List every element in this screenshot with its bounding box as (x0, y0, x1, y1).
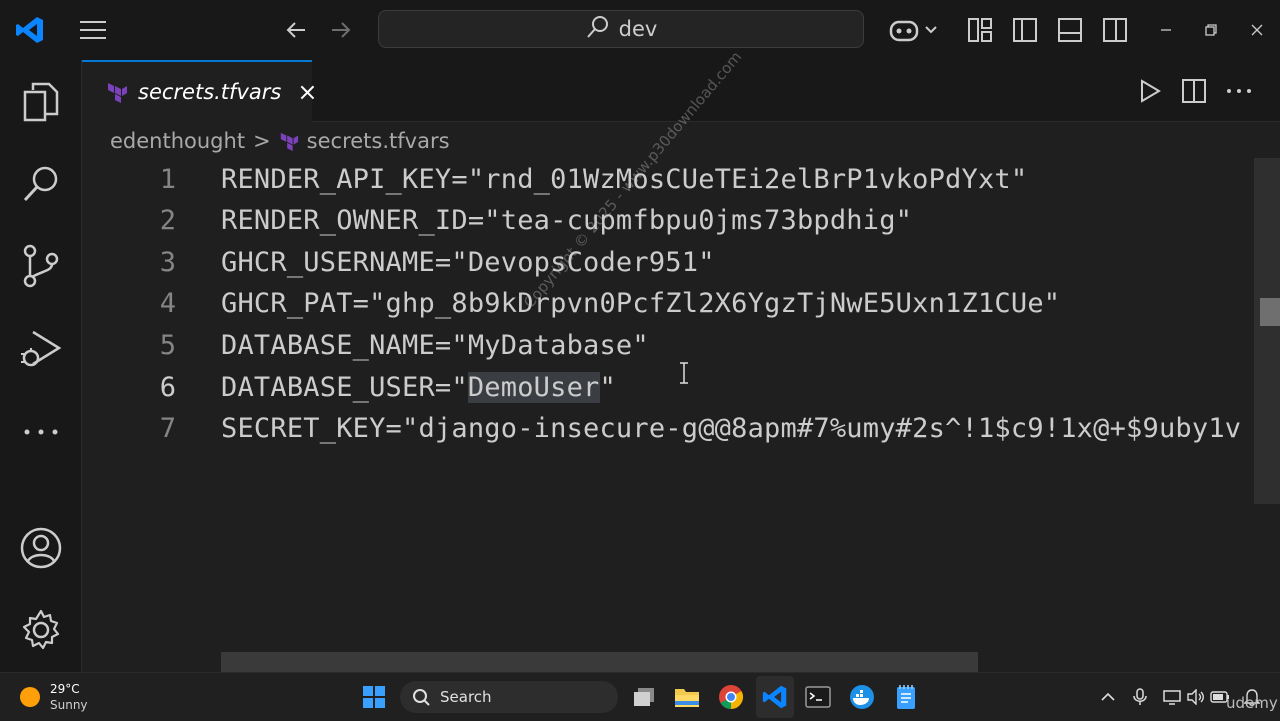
line-text: GHCR_PAT="ghp_8b9kDrpvn0PcfZl2X6YgzTjNwE… (221, 287, 1061, 319)
terminal-icon[interactable] (802, 673, 834, 721)
terraform-file-icon (106, 81, 128, 103)
command-center-search[interactable]: dev (378, 10, 864, 48)
line-text-before: DATABASE_USER=" (221, 371, 468, 403)
sun-icon (18, 685, 42, 709)
code-line: 7 SECRET_KEY="django-insecure-g@@8apm#7%… (82, 407, 1254, 449)
line-text: DATABASE_NAME="MyDatabase" (221, 329, 649, 361)
back-arrow-icon[interactable] (282, 16, 310, 44)
line-number: 2 (159, 204, 176, 236)
accounts-icon[interactable] (0, 518, 82, 578)
more-views-icon[interactable] (0, 402, 82, 462)
breadcrumb-file[interactable]: secrets.tfvars (307, 129, 450, 153)
restore-icon[interactable] (1199, 18, 1223, 42)
docker-icon[interactable] (846, 673, 878, 721)
search-text: dev (618, 17, 658, 41)
menu-icon[interactable] (76, 16, 110, 44)
run-and-debug-icon[interactable] (0, 318, 82, 378)
code-editor[interactable]: 1 RENDER_API_KEY="rnd_01WzMosCUeTEi2elBr… (82, 158, 1254, 652)
chrome-icon[interactable] (715, 673, 747, 721)
line-number: 5 (159, 329, 176, 361)
search-activity-icon[interactable] (0, 154, 82, 214)
line-number: 1 (159, 163, 176, 195)
search-icon (585, 14, 611, 45)
horizontal-scrollbar[interactable] (221, 652, 978, 672)
run-icon[interactable] (1136, 77, 1164, 105)
explorer-icon[interactable] (0, 72, 82, 132)
activity-bar (0, 60, 82, 672)
terraform-file-icon (279, 131, 299, 151)
task-view-icon[interactable] (628, 673, 660, 721)
notepad-icon[interactable] (890, 673, 922, 721)
network-icon[interactable] (1160, 673, 1184, 721)
search-icon (412, 688, 430, 706)
line-number: 6 (159, 371, 176, 403)
more-actions-icon[interactable] (1225, 77, 1253, 105)
line-text: DATABASE_USER="DemoUser" (221, 371, 616, 403)
line-text: GHCR_USERNAME="DevopsCoder951" (221, 246, 715, 278)
title-bar: dev (0, 0, 1280, 60)
copilot-icon[interactable] (886, 14, 940, 46)
taskbar-search-label: Search (440, 688, 492, 706)
line-text: SECRET_KEY="django-insecure-g@@8apm#7%um… (221, 412, 1242, 444)
breadcrumb-folder[interactable]: edenthought (110, 129, 245, 153)
vscode-logo-icon (14, 14, 46, 46)
file-explorer-icon[interactable] (671, 673, 703, 721)
line-number: 7 (159, 412, 176, 444)
settings-gear-icon[interactable] (0, 600, 82, 660)
line-number: 4 (159, 287, 176, 319)
source-control-icon[interactable] (0, 236, 82, 296)
breadcrumb: edenthought > secrets.tfvars (110, 126, 450, 156)
code-line: 1 RENDER_API_KEY="rnd_01WzMosCUeTEi2elBr… (82, 158, 1254, 200)
weather-temp: 29°C (50, 682, 80, 696)
forward-arrow-icon[interactable] (327, 16, 355, 44)
udemy-watermark: udemy (1226, 694, 1278, 712)
text-cursor-icon (678, 362, 690, 388)
code-line: 5 DATABASE_NAME="MyDatabase" (82, 324, 1254, 366)
tab-secrets-tfvars[interactable]: secrets.tfvars × (82, 60, 317, 122)
vscode-taskbar-icon[interactable] (756, 676, 794, 718)
scrollbar-thumb[interactable] (1260, 298, 1280, 326)
weather-condition: Sunny (50, 698, 88, 712)
minimize-icon[interactable] (1154, 18, 1178, 42)
selected-text: DemoUser (467, 371, 600, 403)
code-line-active: 6 DATABASE_USER="DemoUser" (82, 366, 1254, 408)
tab-label: secrets.tfvars (138, 80, 282, 104)
code-line: 4 GHCR_PAT="ghp_8b9kDrpvn0PcfZl2X6YgzTjN… (82, 282, 1254, 324)
tab-close-icon[interactable]: × (297, 78, 317, 106)
start-icon[interactable] (358, 673, 390, 721)
volume-icon[interactable] (1184, 673, 1208, 721)
code-line: 3 GHCR_USERNAME="DevopsCoder951" (82, 241, 1254, 283)
microphone-icon[interactable] (1128, 673, 1152, 721)
line-number: 3 (159, 246, 176, 278)
weather-widget[interactable]: 29°C Sunny (18, 673, 118, 721)
toggle-primary-sidebar-icon[interactable] (1011, 16, 1039, 44)
vertical-scrollbar[interactable] (1254, 158, 1280, 504)
close-window-icon[interactable] (1245, 18, 1269, 42)
line-text: RENDER_OWNER_ID="tea-cupmfbpu0jms73bpdhi… (221, 204, 913, 236)
breadcrumb-separator: > (253, 129, 271, 153)
line-text-after: " (599, 371, 616, 403)
code-line: 2 RENDER_OWNER_ID="tea-cupmfbpu0jms73bpd… (82, 199, 1254, 241)
toggle-secondary-sidebar-icon[interactable] (1101, 16, 1129, 44)
split-editor-icon[interactable] (1180, 77, 1208, 105)
toggle-panel-icon[interactable] (1056, 16, 1084, 44)
taskbar-search[interactable]: Search (400, 681, 618, 713)
taskbar: 29°C Sunny Search (0, 672, 1280, 720)
show-hidden-icons-icon[interactable] (1096, 673, 1120, 721)
customize-layout-icon[interactable] (966, 16, 994, 44)
